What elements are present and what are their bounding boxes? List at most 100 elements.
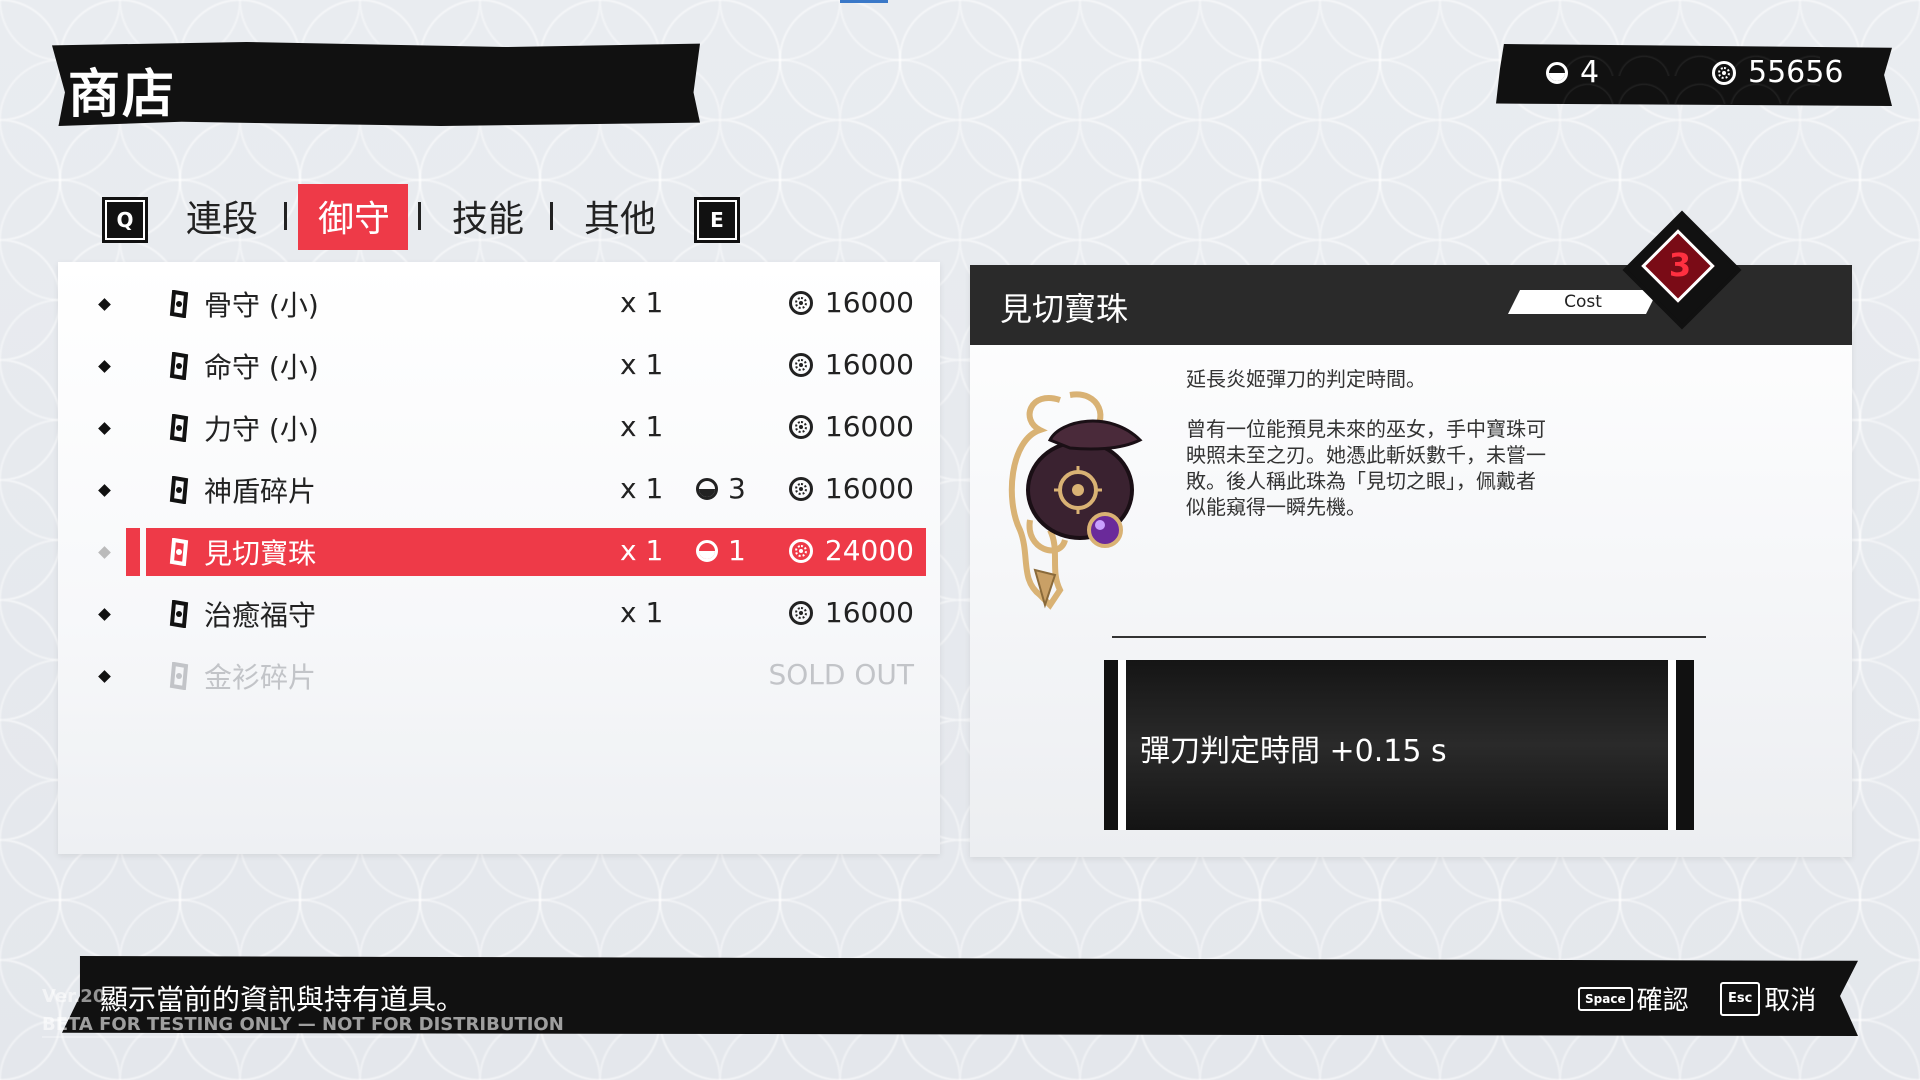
next-tab-key[interactable]: E [694,197,740,243]
shop-item-row-sold-out[interactable]: 金衫碎片 SOLD OUT [58,652,940,700]
coin-icon [1712,60,1736,85]
prev-tab-key[interactable]: Q [102,197,148,243]
shop-item-row[interactable]: 骨守 (小) x 1 16000 [58,280,940,328]
shop-item-row[interactable]: 治癒福守 x 1 16000 [58,590,940,638]
charm-icon [169,352,189,380]
effect-text: 彈刀判定時間 +0.15 s [1140,734,1447,769]
bullet-icon [98,484,111,497]
bullet-icon [98,608,111,621]
item-token-cost: 1 [696,534,746,567]
shop-item-row[interactable]: 神盾碎片 x 1 3 16000 [58,466,940,514]
coin-icon [788,538,813,563]
price-value: 24000 [824,534,914,567]
token-count: 4 [1580,55,1600,90]
token-counter: 4 [1546,55,1599,90]
price-value: 16000 [824,472,914,505]
token-icon [696,477,718,500]
hint-text: 顯示當前的資訊與持有道具。 [100,983,465,1016]
orb-pouch-icon [1008,391,1143,610]
cost-value: 3 [1668,246,1692,284]
item-name: 見切寶珠 [204,537,317,570]
tab-separator [418,202,421,230]
tab-separator [550,202,553,230]
item-quantity: x 1 [620,348,664,381]
charm-icon [169,414,189,442]
item-description: 延長炎姬彈刀的判定時間。 [1186,367,1426,391]
coin-icon [788,476,813,501]
item-quantity: x 1 [620,286,664,319]
item-quantity: x 1 [620,534,664,567]
shop-item-row-selected[interactable]: 見切寶珠 x 1 1 24000 [58,528,940,576]
lore-line: 映照未至之刃。她憑此斬妖數千，未嘗一 [1186,443,1546,467]
item-price: 16000 [788,286,914,319]
shop-item-row[interactable]: 命守 (小) x 1 16000 [58,342,940,390]
charm-icon [169,662,189,690]
lore-line: 敗。後人稱此珠為「見切之眼」，佩戴者 [1186,469,1536,493]
charm-icon [169,538,189,566]
coin-counter: 55656 [1712,55,1843,90]
detail-divider [1112,636,1706,638]
item-price: 24000 [788,534,914,567]
coin-icon [788,290,813,315]
top-accent-bar [840,0,888,3]
token-icon [696,539,718,562]
shop-item-row[interactable]: 力守 (小) x 1 16000 [58,404,940,452]
coin-count: 55656 [1748,55,1844,90]
item-token-cost: 3 [696,472,746,505]
item-price: 16000 [788,348,914,381]
coin-icon [788,352,813,377]
tab-charm[interactable]: 御守 [318,190,390,242]
token-cost-value: 3 [728,472,746,505]
coin-icon [788,600,813,625]
item-name: 神盾碎片 [204,475,317,508]
version-watermark: Ver.20 [42,986,106,1007]
item-quantity: x 1 [620,410,664,443]
item-price: 16000 [788,410,914,443]
esc-key-icon: Esc [1720,981,1761,1016]
detail-title: 見切寶珠 [1000,290,1129,328]
token-cost-value: 1 [728,534,746,567]
item-price: 16000 [788,596,914,629]
tab-other[interactable]: 其他 [584,190,656,242]
bullet-icon [98,298,111,311]
bullet-icon [98,422,111,435]
effect-box-left-edge [1104,660,1126,830]
page-title: 商店 [68,65,177,125]
price-value: 16000 [824,410,914,443]
item-quantity: x 1 [620,596,664,629]
charm-icon [169,290,189,318]
price-value: 16000 [824,286,914,319]
beta-underline [42,1036,410,1038]
item-name: 金衫碎片 [204,661,317,694]
bullet-icon [98,360,111,373]
charm-icon [169,600,189,628]
cost-label: Cost [1508,290,1658,314]
item-quantity: x 1 [620,472,664,505]
charm-icon [169,476,189,504]
tab-skill[interactable]: 技能 [452,190,524,242]
tab-combo[interactable]: 連段 [186,190,258,242]
space-key-icon: Space [1578,986,1633,1011]
beta-watermark: BETA FOR TESTING ONLY — NOT FOR DISTRIBU… [42,1014,564,1035]
item-name: 力守 (小) [204,413,319,446]
sold-out-label: SOLD OUT [768,658,914,691]
item-name: 治癒福守 [204,599,317,632]
item-price: 16000 [788,472,914,505]
confirm-control[interactable]: Space 確認 [1578,980,1689,1017]
item-lore: 曾有一位能預見未來的巫女，手中寶珠可 映照未至之刃。她憑此斬妖數千，未嘗一 敗。… [1186,416,1606,520]
token-icon [1546,61,1568,84]
cancel-label: 取消 [1764,986,1817,1016]
bullet-icon [98,546,111,559]
bullet-icon [98,670,111,683]
price-value: 16000 [824,596,914,629]
coin-icon [788,414,813,439]
price-value: 16000 [824,348,914,381]
effect-box-right-edge [1668,660,1694,830]
lore-line: 似能窺得一瞬先機。 [1186,495,1366,519]
cancel-control[interactable]: Esc 取消 [1720,980,1816,1017]
item-name: 骨守 (小) [204,289,319,322]
confirm-label: 確認 [1636,986,1689,1016]
item-name: 命守 (小) [204,351,319,384]
tab-separator [284,202,287,230]
selection-marker [126,528,140,576]
